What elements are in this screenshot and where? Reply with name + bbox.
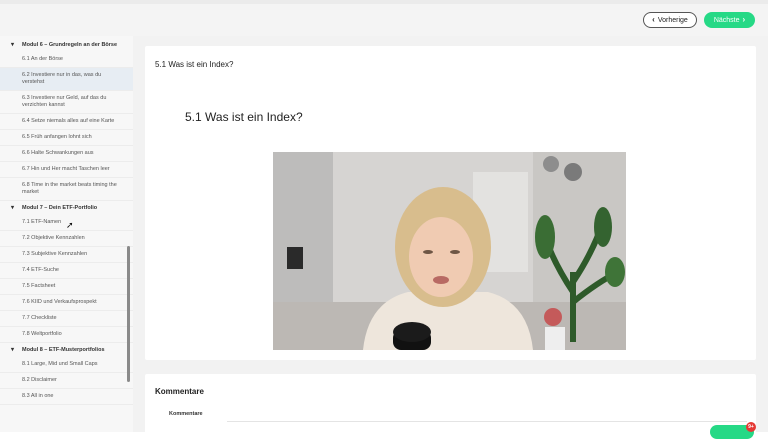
top-bar: ‹ Vorherige Nächste › xyxy=(0,0,768,37)
sidebar-item-8-3[interactable]: 8.3 All in one xyxy=(0,389,133,405)
sidebar-item-8-2[interactable]: 8.2 Disclaimer xyxy=(0,373,133,389)
main-content: 5.1 Was ist ein Index? 5.1 Was ist ein I… xyxy=(133,36,768,444)
previous-button-label: Vorherige xyxy=(657,16,688,24)
lesson-video[interactable] xyxy=(273,152,626,350)
course-sidebar: ▾ Modul 6 – Grundregeln an der Börse 6.1… xyxy=(0,36,134,432)
lesson-card: 5.1 Was ist ein Index? 5.1 Was ist ein I… xyxy=(145,46,756,360)
sidebar-item-6-8[interactable]: 6.8 Time in the market beats timing the … xyxy=(0,178,133,201)
sidebar-item-6-6[interactable]: 6.6 Halte Schwankungen aus xyxy=(0,146,133,162)
sidebar-item-7-6[interactable]: 7.6 KIID und Verkaufsprospekt xyxy=(0,295,133,311)
next-button[interactable]: Nächste › xyxy=(704,12,755,28)
module-7-header[interactable]: ▾ Modul 7 – Dein ETF-Portfolio xyxy=(0,201,133,215)
sidebar-item-7-7[interactable]: 7.7 Checkliste xyxy=(0,311,133,327)
sidebar-item-7-4[interactable]: 7.4 ETF-Suche xyxy=(0,263,133,279)
previous-button[interactable]: ‹ Vorherige xyxy=(643,12,697,28)
sidebar-item-6-1[interactable]: 6.1 An der Börse xyxy=(0,52,133,68)
sidebar-item-7-3[interactable]: 7.3 Subjektive Kennzahlen xyxy=(0,247,133,263)
caret-down-icon: ▾ xyxy=(11,205,15,211)
sidebar-item-6-2[interactable]: 6.2 Investiere nur in das, was du verste… xyxy=(0,68,133,91)
module-6-header[interactable]: ▾ Modul 6 – Grundregeln an der Börse xyxy=(0,38,133,52)
caret-down-icon: ▾ xyxy=(11,347,15,353)
sidebar-item-6-4[interactable]: 6.4 Setze niemals alles auf eine Karte xyxy=(0,114,133,130)
top-strip xyxy=(0,0,768,4)
chevron-left-icon: ‹ xyxy=(652,15,655,24)
divider xyxy=(227,421,747,422)
caret-down-icon: ▾ xyxy=(11,42,15,48)
mouse-cursor-icon: ➚ xyxy=(66,220,74,230)
comments-title: Kommentare xyxy=(155,387,204,396)
module-8-header[interactable]: ▾ Modul 8 – ETF-Musterportfolios xyxy=(0,343,133,357)
sidebar-item-6-7[interactable]: 6.7 Hin und Her macht Taschen leer xyxy=(0,162,133,178)
sidebar-item-6-5[interactable]: 6.5 Früh anfangen lohnt sich xyxy=(0,130,133,146)
sidebar-item-6-3[interactable]: 6.3 Investiere nur Geld, auf das du verz… xyxy=(0,91,133,114)
comments-section: Kommentare Kommentare xyxy=(145,374,756,444)
chevron-right-icon: › xyxy=(742,15,746,24)
sidebar-item-8-1[interactable]: 8.1 Large, Mid und Small Caps xyxy=(0,357,133,373)
lesson-header: 5.1 Was ist ein Index? xyxy=(155,60,234,69)
next-button-label: Nächste xyxy=(713,16,740,24)
sidebar-item-7-2[interactable]: 7.2 Objektive Kennzahlen xyxy=(0,231,133,247)
sidebar-item-7-5[interactable]: 7.5 Factsheet xyxy=(0,279,133,295)
notification-badge: 9+ xyxy=(746,422,756,432)
video-frame xyxy=(273,152,626,350)
comments-tab[interactable]: Kommentare xyxy=(169,411,203,417)
sidebar-item-7-8[interactable]: 7.8 Weltportfolio xyxy=(0,327,133,343)
sidebar-scrollbar[interactable] xyxy=(127,246,130,382)
lesson-title: 5.1 Was ist ein Index? xyxy=(185,110,303,124)
